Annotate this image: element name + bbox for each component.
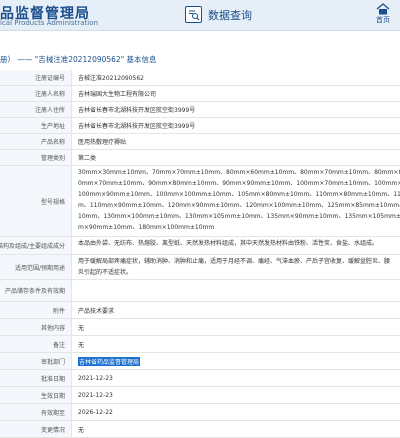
- field-value: 本品由外袋、无纺布、热熔胶、离型纸、天然发热材料组成，其中天然发热材料由铁粉、活…: [72, 237, 400, 254]
- table-row: 型号规格 30mm×30mm±10mm、70mm×70mm±10mm、80mm×6…: [0, 166, 400, 237]
- field-label: 注册人名称: [0, 86, 72, 101]
- field-value-line: 10mm、130mm×100mm±10mm、130mm×105mm±10mm、1…: [78, 213, 400, 220]
- field-value: 2021-12-23: [78, 374, 113, 382]
- field-value-line: m、110mm×90mm±10mm、120mm×90mm±10mm、120mm×…: [78, 202, 400, 209]
- field-label: 管理类别: [0, 150, 72, 165]
- field-value: 2021-12-23: [78, 391, 113, 399]
- field-value: 30mm×30mm±10mm、70mm×70mm±10mm、80mm×60mm±…: [72, 166, 400, 236]
- field-value: 吉林瑞国大生物工程有限公司: [78, 91, 157, 98]
- field-value-line: 用于缓解局部疼痛症状，辅助消肿、消肿和止痛，适用于月经不调、痛经、气滞血瘀、产后…: [78, 258, 391, 265]
- field-value: 第二类: [78, 155, 97, 162]
- field-value-line: 100mm×90mm±10mm、100mm×100mm±10mm、105mm×8…: [78, 191, 400, 198]
- table-row: 批准日期 2021-12-23: [0, 370, 400, 387]
- field-label: 型号规格: [0, 166, 72, 236]
- field-value-line: 本品由外袋、无纺布、热熔胶、离型纸、天然发热材料组成，其中天然发热材料由铁粉、活…: [78, 240, 379, 247]
- table-row: 其他内容无: [0, 319, 400, 336]
- table-row: 有效期至 2026-12-22: [0, 404, 400, 421]
- field-label: 其他内容: [0, 319, 72, 335]
- field-value-line: 30mm×30mm±10mm、70mm×70mm±10mm、80mm×60mm±…: [78, 169, 400, 176]
- field-label: 备注: [0, 336, 72, 352]
- search-document-icon: [185, 6, 202, 23]
- table-row: 审批部门 吉林省药品监督管理局: [0, 353, 400, 370]
- field-value: 吉林省长春市北湖科技开发区航空街3999号: [78, 123, 196, 130]
- home-icon: [376, 3, 390, 15]
- field-value: 无: [78, 426, 85, 434]
- field-value: 医用热敷理疗褥贴: [78, 139, 127, 146]
- table-row: 附件 产品技术要求: [0, 302, 400, 319]
- data-query-label: 数据查询: [208, 8, 252, 22]
- field-value: 无: [78, 341, 85, 349]
- data-query-link[interactable]: 数据查询: [185, 6, 252, 23]
- registration-info-table: 注册证编号 吉械注准20212090562 注册人名称 吉林瑞国大生物工程有限公司 注册…: [0, 70, 400, 438]
- table-row: 产品名称 医用热敷理疗褥贴: [0, 134, 400, 150]
- field-value-line: 0mm×70mm±10mm、90mm×80mm±10mm、90mm×90mm±1…: [78, 180, 400, 187]
- field-value: 吉林省长春市北湖科技开发区航空街3999号: [78, 107, 196, 114]
- field-value: 无: [78, 324, 85, 332]
- highlighted-text: 吉林省药品监督管理局: [78, 356, 141, 366]
- field-label: 产品名称: [0, 134, 72, 149]
- field-value: 吉林省药品监督管理局: [72, 353, 400, 369]
- breadcrumb: 册） —— "吉械注准20212090562" 基本信息: [0, 55, 157, 64]
- field-label: 注册证编号: [0, 70, 72, 85]
- home-label: 首页: [376, 16, 390, 24]
- header-bar: 品监督管理局 ical Products Administration 数据查询…: [0, 0, 400, 31]
- field-label: 注册人住所: [0, 102, 72, 117]
- field-value: 用于缓解局部疼痛症状，辅助消肿、消肿和止痛，适用于月经不调、痛经、气滞血瘀、产后…: [72, 255, 400, 279]
- site-subtitle: ical Products Administration: [0, 19, 98, 27]
- field-value-line: m×90mm±10mm、180mm×100mm±10mm: [78, 224, 215, 231]
- table-row: 适用范围/预期用途 用于缓解局部疼痛症状，辅助消肿、消肿和止痛，适用于月经不调、痛…: [0, 255, 400, 280]
- field-label: 适用范围/预期用途: [0, 255, 72, 279]
- field-label: 产品储存条件及有效期: [0, 280, 72, 301]
- table-row: 注册证编号 吉械注准20212090562: [0, 70, 400, 86]
- field-value: 产品技术要求: [78, 307, 115, 315]
- field-value: 吉械注准20212090562: [78, 75, 144, 82]
- table-row: 生效日期 2021-12-23: [0, 387, 400, 404]
- field-label: 审批部门: [0, 353, 72, 369]
- field-value: 2026-12-22: [78, 408, 113, 416]
- field-label: 结构及组成/主要组成成分: [0, 237, 72, 254]
- table-row: 注册人住所 吉林省长春市北湖科技开发区航空街3999号: [0, 102, 400, 118]
- field-label: 生产地址: [0, 118, 72, 133]
- table-row: 注册人名称 吉林瑞国大生物工程有限公司: [0, 86, 400, 102]
- table-row: 产品储存条件及有效期: [0, 280, 400, 302]
- field-value-line: 炎引起的不适症状。: [78, 269, 133, 276]
- home-button[interactable]: 首页: [370, 3, 396, 25]
- table-row: 备注无: [0, 336, 400, 353]
- field-label: 生效日期: [0, 387, 72, 403]
- table-row: 变更情况无: [0, 421, 400, 438]
- table-row: 生产地址 吉林省长春市北湖科技开发区航空街3999号: [0, 118, 400, 134]
- field-label: 附件: [0, 302, 72, 318]
- field-label: 变更情况: [0, 421, 72, 437]
- field-label: 有效期至: [0, 404, 72, 420]
- table-row: 管理类别 第二类: [0, 150, 400, 166]
- field-value: [72, 280, 400, 301]
- table-row: 结构及组成/主要组成成分 本品由外袋、无纺布、热熔胶、离型纸、天然发热材料组成，其…: [0, 237, 400, 255]
- field-label: 批准日期: [0, 370, 72, 386]
